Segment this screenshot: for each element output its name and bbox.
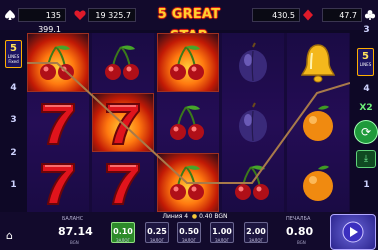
club-icon — [362, 7, 378, 23]
line-marker-left: 2 — [10, 148, 17, 158]
lines-text: LINES — [359, 62, 372, 67]
spin-button[interactable] — [330, 214, 376, 250]
collect-icon: ⤓ — [364, 154, 368, 164]
game-screen: 135 399.1 19 325.7 5 GREAT STAR 430.5 47… — [0, 0, 378, 250]
refresh-icon: ⟳ — [360, 125, 372, 139]
lines-badge-right: 5 LINES — [357, 48, 374, 76]
line-marker-right: 4 — [363, 84, 370, 94]
bet-sub: ЗАЛОГ — [182, 238, 196, 243]
win-value: 0.80 — [286, 225, 314, 238]
bet-sub: ЗАЛОГ — [150, 238, 164, 243]
bet-button-0.10[interactable]: 0.10 ЗАЛОГ — [111, 222, 135, 243]
home-icon[interactable]: ⌂ — [6, 229, 20, 243]
bet-button-0.25[interactable]: 0.25 ЗАЛОГ — [145, 222, 169, 243]
line-marker-left: 1 — [10, 180, 17, 190]
bet-sub: ЗАЛОГ — [116, 238, 130, 243]
lines-count: 5 — [362, 51, 369, 62]
bet-value: 2.00 — [246, 227, 266, 236]
jackpot-diamond-value: 430.5 — [252, 8, 300, 22]
bet-value: 1.00 — [212, 227, 232, 236]
jackpot-club: 47.7 — [322, 7, 378, 23]
bet-sub: ЗАЛОГ — [215, 238, 229, 243]
lines-count: 5 — [10, 43, 17, 54]
win-line — [27, 62, 350, 184]
coin-icon: ● — [191, 213, 198, 220]
bet-button-2.00[interactable]: 2.00 ЗАЛОГ — [244, 222, 268, 243]
line-marker-right: 3 — [363, 25, 370, 35]
bet-button-1.00[interactable]: 1.00 ЗАЛОГ — [210, 222, 234, 243]
balance-label: БАЛАНС — [62, 216, 84, 222]
win-label: ПЕЧАЛБА — [286, 216, 311, 222]
line-marker-right: 1 — [363, 180, 370, 190]
lines-badge-left: 5 LINES Fixed — [5, 40, 22, 68]
line-marker-left: 3 — [10, 115, 17, 125]
line-win-amount: 0.40 BGN — [199, 213, 228, 220]
lines-fixed: Fixed — [8, 59, 19, 64]
win-currency: BGN — [297, 240, 306, 245]
balance-value: 87.14 — [58, 225, 93, 238]
collect-button[interactable]: ⤓ — [356, 150, 376, 168]
bet-sub: ЗАЛОГ — [249, 238, 263, 243]
gamble-button[interactable]: ⟳ — [354, 120, 378, 144]
bet-value: 0.25 — [147, 227, 167, 236]
game-title: 5 GREAT STAR — [157, 7, 221, 44]
line-win-info: Линия 4 ● 0.40 BGN — [145, 213, 245, 220]
line-marker-left: 4 — [10, 83, 17, 93]
bet-button-0.50[interactable]: 0.50 ЗАЛОГ — [177, 222, 201, 243]
jackpot-spade-value: 135 399.1 — [18, 8, 66, 34]
diamond-icon — [300, 7, 316, 23]
bet-value: 0.10 — [113, 227, 133, 236]
reel-area — [27, 33, 350, 212]
play-icon — [342, 221, 364, 243]
bet-value: 0.50 — [179, 227, 199, 236]
double-x2-label[interactable]: X2 — [356, 103, 376, 117]
line-info-text: Линия 4 — [162, 213, 189, 220]
jackpot-heart: 19 325.7 — [72, 7, 136, 23]
jackpot-spade: 135 399.1 — [2, 7, 66, 34]
jackpot-diamond: 430.5 — [252, 7, 316, 23]
spade-icon — [2, 7, 18, 23]
jackpot-bar: 135 399.1 19 325.7 5 GREAT STAR 430.5 47… — [0, 0, 378, 44]
heart-icon — [72, 7, 88, 23]
jackpot-heart-value: 19 325.7 — [88, 8, 136, 22]
balance-currency: BGN — [70, 240, 79, 245]
jackpot-club-value: 47.7 — [322, 8, 362, 22]
